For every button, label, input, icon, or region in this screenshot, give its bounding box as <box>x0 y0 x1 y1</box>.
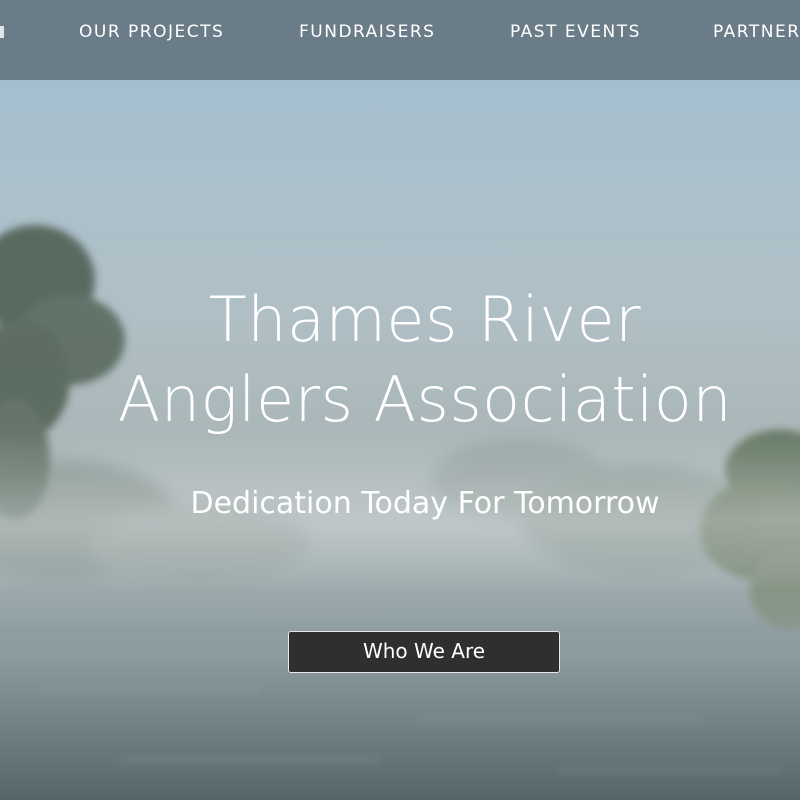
nav-item-fundraisers[interactable]: FUNDRAISERS <box>299 20 435 44</box>
hero-subtitle: Dedication Today For Tomorrow <box>190 486 660 521</box>
hero-title: Thames River Anglers Association <box>0 280 800 440</box>
nav-item-partners[interactable]: PARTNERS <box>713 20 800 44</box>
who-we-are-button[interactable]: Who We Are <box>288 631 560 673</box>
nav-item-our-projects[interactable]: OUR PROJECTS <box>79 20 224 44</box>
nav-item-past-events[interactable]: PAST EVENTS <box>510 20 641 44</box>
nav-edge-marker <box>0 26 4 38</box>
hero-title-line-2: Anglers Association <box>117 363 733 436</box>
top-navigation-bar: OUR PROJECTS FUNDRAISERS PAST EVENTS PAR… <box>0 0 800 80</box>
hero-title-line-1: Thames River <box>208 283 642 356</box>
fog-overlay <box>0 430 800 630</box>
